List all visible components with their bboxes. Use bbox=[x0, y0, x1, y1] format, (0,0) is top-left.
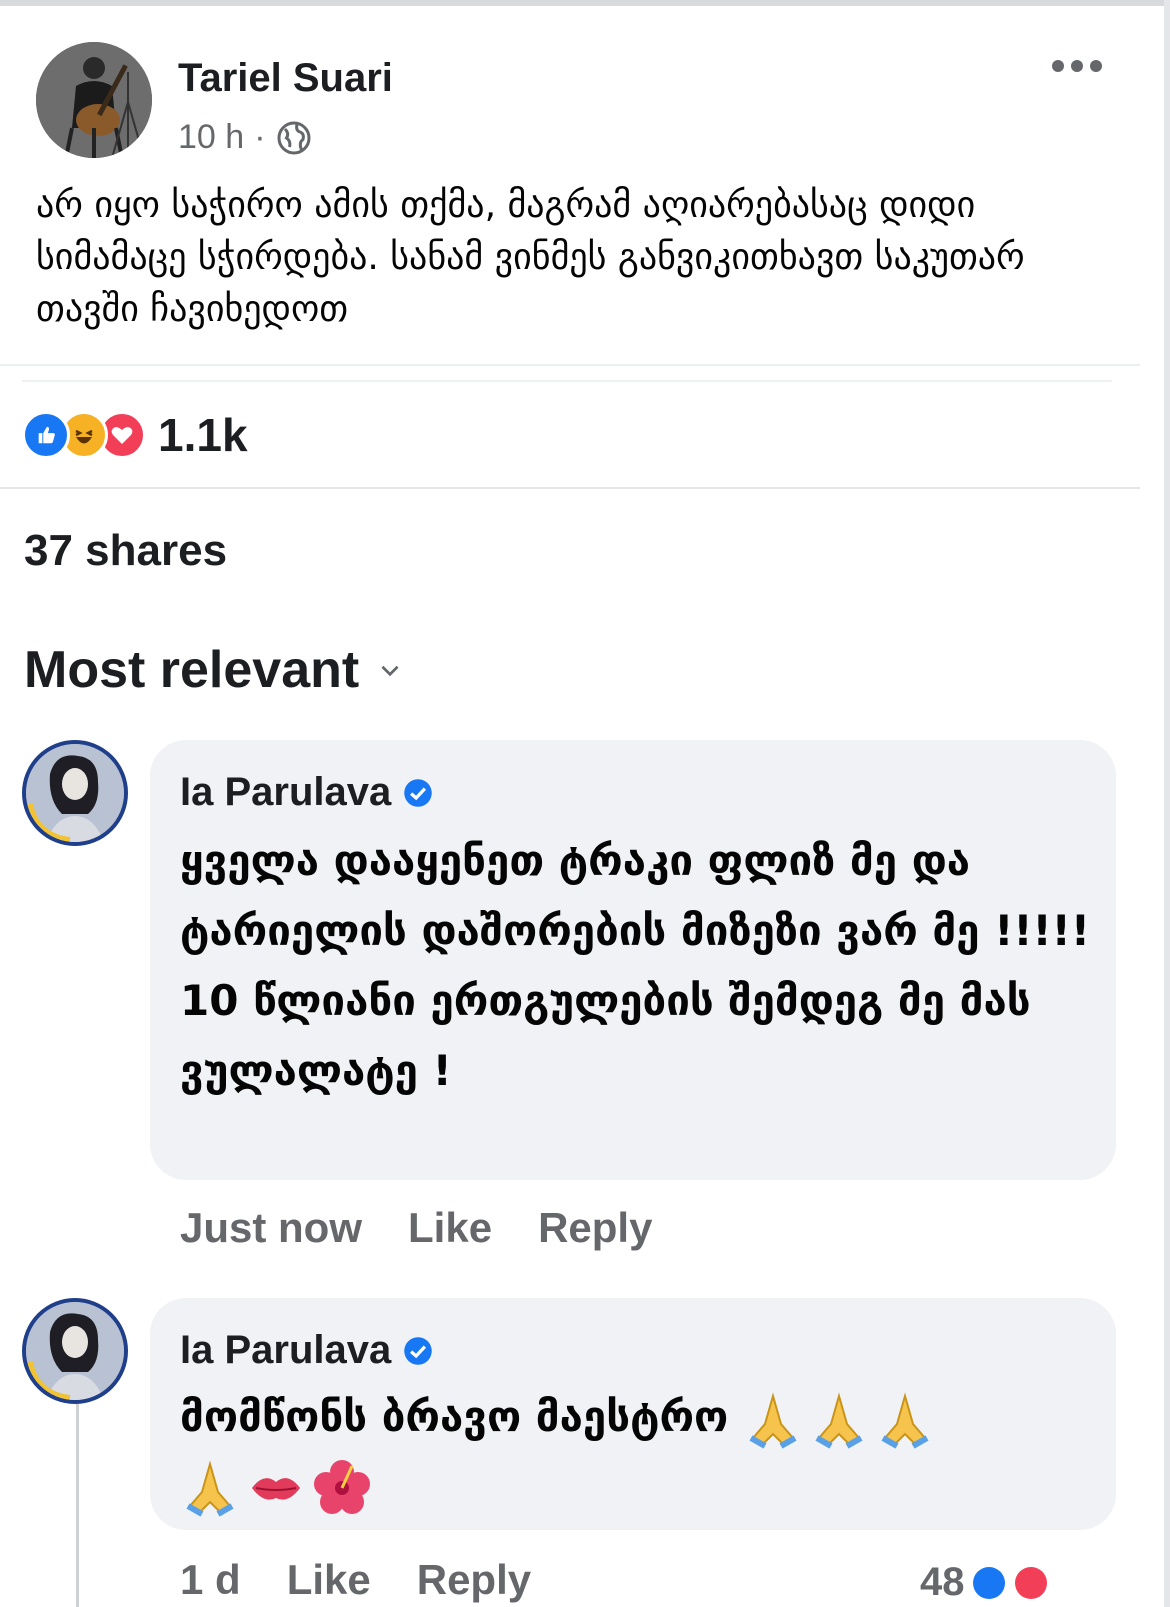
chevron-down-icon bbox=[381, 665, 399, 677]
post-time[interactable]: 10 h bbox=[178, 118, 244, 157]
divider bbox=[0, 364, 1140, 366]
comment-text: ყველა დააყენეთ ტრაკი ფლიზ მე და ტარიელის… bbox=[180, 836, 1090, 1095]
top-border bbox=[0, 0, 1170, 6]
folded-hands-icon bbox=[881, 1391, 929, 1449]
comment-emoji-line bbox=[180, 1450, 1100, 1520]
comment-actions: 1 d Like Reply bbox=[180, 1556, 531, 1604]
comment-text-content: მომწონს ბრავო მაესტრო bbox=[180, 1392, 729, 1441]
verified-badge-icon bbox=[404, 778, 432, 807]
commenter-avatar[interactable] bbox=[22, 740, 128, 846]
like-button[interactable]: Like bbox=[408, 1204, 492, 1252]
like-icon bbox=[972, 1566, 1005, 1599]
comment-author-label: Ia Parulava bbox=[180, 1328, 392, 1372]
comment-time[interactable]: 1 d bbox=[180, 1556, 241, 1604]
emoji-group bbox=[180, 1458, 372, 1518]
post-author-name[interactable]: Tariel Suari bbox=[178, 56, 393, 101]
divider bbox=[0, 487, 1140, 489]
love-icon bbox=[1014, 1566, 1047, 1599]
right-edge bbox=[1164, 0, 1170, 1607]
reaction-count: 1.1k bbox=[158, 409, 248, 461]
share-count[interactable]: 37 shares bbox=[24, 526, 227, 576]
post-meta: 10 h · bbox=[178, 118, 312, 157]
author-avatar[interactable] bbox=[36, 42, 152, 158]
comment-reaction-summary[interactable]: 48 bbox=[920, 1560, 1049, 1605]
meta-separator: · bbox=[254, 118, 266, 156]
reaction-summary[interactable]: 1.1k bbox=[22, 408, 248, 462]
comment-actions: Just now Like Reply bbox=[180, 1204, 652, 1252]
comment-reaction-count: 48 bbox=[920, 1560, 965, 1604]
comment-time[interactable]: Just now bbox=[180, 1204, 362, 1252]
comment-author-name[interactable]: Ia Parulava bbox=[180, 1328, 433, 1373]
commenter-avatar[interactable] bbox=[22, 1298, 128, 1404]
kiss-mark-icon bbox=[252, 1477, 300, 1500]
like-button[interactable]: Like bbox=[287, 1556, 371, 1604]
comment-author-name[interactable]: Ia Parulava bbox=[180, 770, 433, 815]
comment-sort-dropdown[interactable]: Most relevant bbox=[24, 640, 403, 700]
emoji-group bbox=[743, 1390, 935, 1450]
comment-author-label: Ia Parulava bbox=[180, 770, 392, 814]
folded-hands-icon bbox=[749, 1391, 797, 1449]
post-body-text: არ იყო საჭირო ამის თქმა, მაგრამ აღიარება… bbox=[36, 185, 1025, 330]
verified-badge-icon bbox=[404, 1336, 432, 1365]
reply-button[interactable]: Reply bbox=[417, 1556, 531, 1604]
reply-button[interactable]: Reply bbox=[538, 1204, 652, 1252]
comment-text: მომწონს ბრავო მაესტრო bbox=[180, 1382, 1100, 1452]
folded-hands-icon bbox=[815, 1391, 863, 1449]
more-horizontal-icon[interactable] bbox=[1052, 60, 1102, 72]
globe-icon bbox=[277, 121, 311, 154]
like-icon bbox=[22, 411, 70, 459]
sort-label: Most relevant bbox=[24, 641, 360, 699]
folded-hands-icon bbox=[186, 1459, 234, 1517]
hibiscus-icon bbox=[314, 1459, 370, 1514]
divider bbox=[22, 380, 1112, 382]
thread-line bbox=[76, 1404, 79, 1607]
